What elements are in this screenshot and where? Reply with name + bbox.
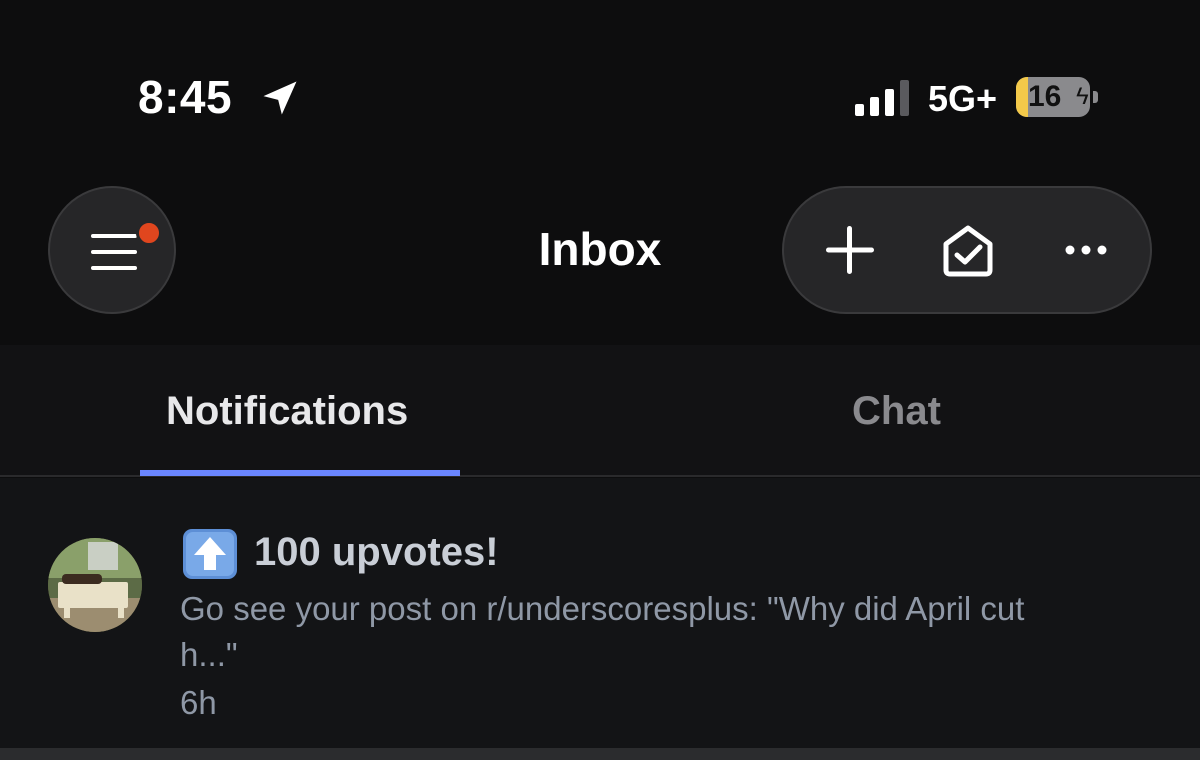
battery-fill: [1016, 77, 1028, 117]
header-actions: [782, 186, 1152, 314]
battery-indicator: 16 ϟ: [1016, 77, 1098, 117]
avatar[interactable]: [48, 538, 142, 632]
avatar-photo: [48, 538, 142, 632]
mark-read-envelope-icon[interactable]: [936, 218, 1000, 282]
inbox-tabs: Notifications Chat: [0, 345, 1200, 477]
cellular-signal-icon: [855, 80, 909, 116]
more-dots-icon[interactable]: [1054, 218, 1118, 282]
hamburger-menu-icon: [91, 234, 137, 270]
active-tab-indicator: [140, 470, 460, 476]
network-type: 5G+: [928, 78, 998, 119]
notification-body: Go see your post on r/underscoresplus: "…: [180, 590, 1025, 673]
charging-bolt-icon: ϟ: [1076, 83, 1089, 110]
next-item-divider: [0, 748, 1200, 760]
tab-notifications[interactable]: Notifications: [166, 389, 408, 434]
location-arrow-icon: [263, 81, 297, 115]
battery-percent: 16: [1028, 80, 1062, 113]
up-arrow-emoji-icon: [183, 529, 237, 579]
notification-badge-dot: [136, 220, 162, 246]
status-bar: 8:45 5G+ 16 ϟ: [0, 0, 1200, 180]
battery-cap: [1093, 91, 1098, 103]
notification-timestamp: 6h: [180, 684, 217, 721]
plus-icon[interactable]: [818, 218, 882, 282]
status-time: 8:45: [138, 71, 233, 123]
menu-button[interactable]: [48, 186, 176, 314]
page-title: Inbox: [538, 223, 662, 275]
notification-list: 100 upvotes! Go see your post on r/under…: [0, 478, 1200, 748]
tab-chat[interactable]: Chat: [852, 389, 941, 434]
battery-body: 16 ϟ: [1016, 77, 1090, 117]
notification-title: 100 upvotes!: [254, 530, 499, 574]
